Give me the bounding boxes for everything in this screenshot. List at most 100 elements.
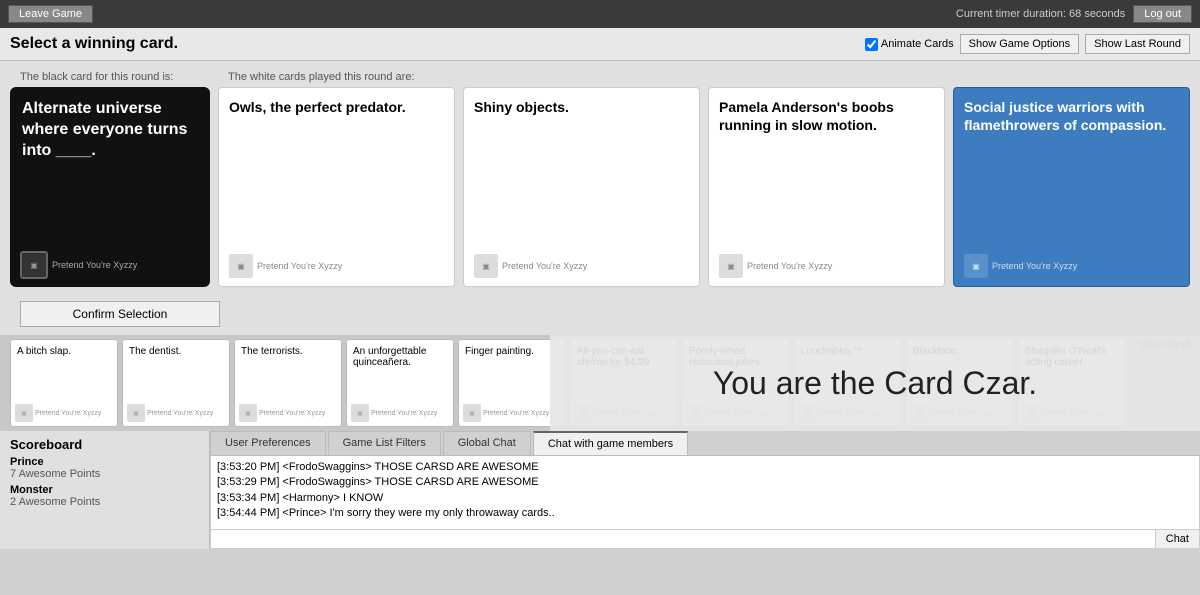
tab-game-chat[interactable]: Chat with game members bbox=[533, 431, 688, 455]
hand-card-2-text: The terrorists. bbox=[241, 346, 335, 357]
hand-card-8[interactable]: Blackface. ▣ Pretend You're Xyzzy bbox=[906, 339, 1014, 427]
animate-cards-checkbox[interactable] bbox=[865, 38, 878, 51]
hand-card-9-footer: ▣ Pretend You're Xyzzy bbox=[1023, 404, 1109, 422]
scoreboard: Scoreboard Prince 7 Awesome Points Monst… bbox=[0, 431, 210, 549]
score-player-0-points: 7 Awesome Points bbox=[10, 468, 199, 480]
white-card-2-footer-text: Pretend You're Xyzzy bbox=[747, 261, 832, 271]
hand-card-5[interactable]: All-you-can-eat shrimp for $4.99 ▣ Prete… bbox=[570, 339, 678, 427]
hand-card-1-text: The dentist. bbox=[129, 346, 223, 357]
chat-message-3: [3:54:44 PM] <Prince> I'm sorry they wer… bbox=[217, 506, 1193, 521]
hand-card-3-logo: ▣ bbox=[351, 404, 369, 422]
hand-card-1[interactable]: The dentist. ▣ Pretend You're Xyzzy bbox=[122, 339, 230, 427]
chat-message-2: [3:53:34 PM] <Harmony> I KNOW bbox=[217, 491, 1193, 506]
black-card: Alternate universe where everyone turns … bbox=[10, 87, 210, 287]
hand-card-7-logo: ▣ bbox=[799, 404, 817, 422]
hand-cards: A bitch slap. ▣ Pretend You're Xyzzy The… bbox=[10, 339, 1190, 427]
white-card-3-text: Social justice warriors with flamethrowe… bbox=[964, 98, 1179, 134]
chat-panel: User Preferences Game List Filters Globa… bbox=[210, 431, 1200, 549]
hand-card-0-text: A bitch slap. bbox=[17, 346, 111, 357]
hand-card-1-footer: ▣ Pretend You're Xyzzy bbox=[127, 404, 213, 422]
animate-cards-label[interactable]: Animate Cards bbox=[865, 38, 954, 51]
hand-card-0-footer-text: Pretend You're Xyzzy bbox=[35, 410, 101, 417]
score-player-1: Monster 2 Awesome Points bbox=[10, 484, 199, 508]
white-card-2[interactable]: Pamela Anderson's boobs running in slow … bbox=[708, 87, 945, 287]
chat-messages: [3:53:20 PM] <FrodoSwaggins> THOSE CARSD… bbox=[210, 456, 1200, 530]
white-card-1-logo: ▣ bbox=[474, 254, 498, 278]
hand-card-4-footer: ▣ Pretend You're Xyzzy bbox=[463, 404, 549, 422]
show-last-round-button[interactable]: Show Last Round bbox=[1085, 34, 1190, 54]
hand-card-3-text: An unforgettable quinceañera. bbox=[353, 346, 447, 368]
black-card-logo-icon: ▣ bbox=[30, 261, 38, 270]
white-card-1-footer: ▣ Pretend You're Xyzzy bbox=[474, 254, 587, 278]
chat-send-button[interactable]: Chat bbox=[1155, 530, 1199, 548]
chat-message-0: [3:53:20 PM] <FrodoSwaggins> THOSE CARSD… bbox=[217, 460, 1193, 475]
hand-card-5-footer: ▣ Pretend You're Xyzzy bbox=[575, 404, 661, 422]
page-title: Select a winning card. bbox=[10, 35, 178, 53]
hand-card-2-footer-text: Pretend You're Xyzzy bbox=[259, 410, 325, 417]
white-card-3-footer-text: Pretend You're Xyzzy bbox=[992, 261, 1077, 271]
white-card-0-logo: ▣ bbox=[229, 254, 253, 278]
score-player-0: Prince 7 Awesome Points bbox=[10, 456, 199, 480]
section-labels: The black card for this round is: The wh… bbox=[10, 67, 1190, 87]
white-card-0-footer-text: Pretend You're Xyzzy bbox=[257, 261, 342, 271]
hand-card-7-text: Lunchables™. bbox=[801, 346, 895, 357]
chat-message-1: [3:53:29 PM] <FrodoSwaggins> THOSE CARSD… bbox=[217, 475, 1193, 490]
leave-game-button[interactable]: Leave Game bbox=[8, 5, 93, 23]
animate-cards-text: Animate Cards bbox=[881, 38, 954, 50]
chat-input[interactable] bbox=[211, 530, 1155, 548]
hand-card-8-footer-text: Pretend You're Xyzzy bbox=[931, 410, 997, 417]
hand-card-2[interactable]: The terrorists. ▣ Pretend You're Xyzzy bbox=[234, 339, 342, 427]
black-card-footer-text: Pretend You're Xyzzy bbox=[52, 260, 137, 270]
hand-card-9-logo: ▣ bbox=[1023, 404, 1041, 422]
chat-input-row: Chat bbox=[210, 530, 1200, 549]
white-card-1[interactable]: Shiny objects. ▣ Pretend You're Xyzzy bbox=[463, 87, 700, 287]
white-card-1-footer-text: Pretend You're Xyzzy bbox=[502, 261, 587, 271]
hand-card-0[interactable]: A bitch slap. ▣ Pretend You're Xyzzy bbox=[10, 339, 118, 427]
white-card-2-logo-icon: ▣ bbox=[727, 262, 735, 271]
hand-card-5-logo: ▣ bbox=[575, 404, 593, 422]
white-card-1-logo-icon: ▣ bbox=[482, 262, 490, 271]
hand-card-4-logo: ▣ bbox=[463, 404, 481, 422]
tab-global-chat[interactable]: Global Chat bbox=[443, 431, 531, 455]
hand-card-4[interactable]: Finger painting. ▣ Pretend You're Xyzzy bbox=[458, 339, 566, 427]
score-player-1-name: Monster bbox=[10, 484, 199, 496]
hand-card-4-footer-text: Pretend You're Xyzzy bbox=[483, 410, 549, 417]
cards-row: Alternate universe where everyone turns … bbox=[10, 87, 1190, 287]
hand-card-5-footer-text: Pretend You're Xyzzy bbox=[595, 410, 661, 417]
white-card-3-logo: ▣ bbox=[964, 254, 988, 278]
white-card-2-footer: ▣ Pretend You're Xyzzy bbox=[719, 254, 832, 278]
hand-card-6[interactable]: Poorly-timed Holocaust jokes. ▣ Pretend … bbox=[682, 339, 790, 427]
hand-card-1-footer-text: Pretend You're Xyzzy bbox=[147, 410, 213, 417]
hand-card-3[interactable]: An unforgettable quinceañera. ▣ Pretend … bbox=[346, 339, 454, 427]
black-card-footer: ▣ Pretend You're Xyzzy bbox=[20, 251, 137, 279]
white-card-0-text: Owls, the perfect predator. bbox=[229, 98, 444, 116]
confirm-area: Confirm Selection bbox=[0, 293, 1200, 335]
hand-card-9[interactable]: Shaquille O'Neal's acting career. ▣ Pret… bbox=[1018, 339, 1126, 427]
white-card-0-footer: ▣ Pretend You're Xyzzy bbox=[229, 254, 342, 278]
hand-area: Your Hand A bitch slap. ▣ Pretend You're… bbox=[0, 335, 1200, 431]
scoreboard-title: Scoreboard bbox=[10, 437, 199, 452]
hand-card-8-text: Blackface. bbox=[913, 346, 1007, 357]
hand-card-7[interactable]: Lunchables™. ▣ Pretend You're Xyzzy bbox=[794, 339, 902, 427]
logout-button[interactable]: Log out bbox=[1133, 5, 1192, 23]
white-card-0[interactable]: Owls, the perfect predator. ▣ Pretend Yo… bbox=[218, 87, 455, 287]
show-game-options-button[interactable]: Show Game Options bbox=[960, 34, 1080, 54]
hand-card-6-logo: ▣ bbox=[687, 404, 705, 422]
tab-user-preferences[interactable]: User Preferences bbox=[210, 431, 326, 455]
hand-card-3-footer-text: Pretend You're Xyzzy bbox=[371, 410, 437, 417]
white-card-0-logo-icon: ▣ bbox=[237, 262, 245, 271]
hand-card-9-footer-text: Pretend You're Xyzzy bbox=[1043, 410, 1109, 417]
black-card-label: The black card for this round is: bbox=[20, 71, 220, 83]
hand-card-7-footer: ▣ Pretend You're Xyzzy bbox=[799, 404, 885, 422]
card-area: The black card for this round is: The wh… bbox=[0, 61, 1200, 293]
white-card-3[interactable]: Social justice warriors with flamethrowe… bbox=[953, 87, 1190, 287]
bottom-panel: Scoreboard Prince 7 Awesome Points Monst… bbox=[0, 431, 1200, 549]
confirm-selection-button[interactable]: Confirm Selection bbox=[20, 301, 220, 327]
white-card-3-logo-icon: ▣ bbox=[972, 262, 980, 271]
white-card-label: The white cards played this round are: bbox=[228, 71, 1180, 83]
hand-card-6-footer: ▣ Pretend You're Xyzzy bbox=[687, 404, 773, 422]
black-card-text: Alternate universe where everyone turns … bbox=[22, 99, 198, 161]
white-card-2-text: Pamela Anderson's boobs running in slow … bbox=[719, 98, 934, 134]
tab-game-list-filters[interactable]: Game List Filters bbox=[328, 431, 441, 455]
header-controls: Animate Cards Show Game Options Show Las… bbox=[865, 34, 1190, 54]
